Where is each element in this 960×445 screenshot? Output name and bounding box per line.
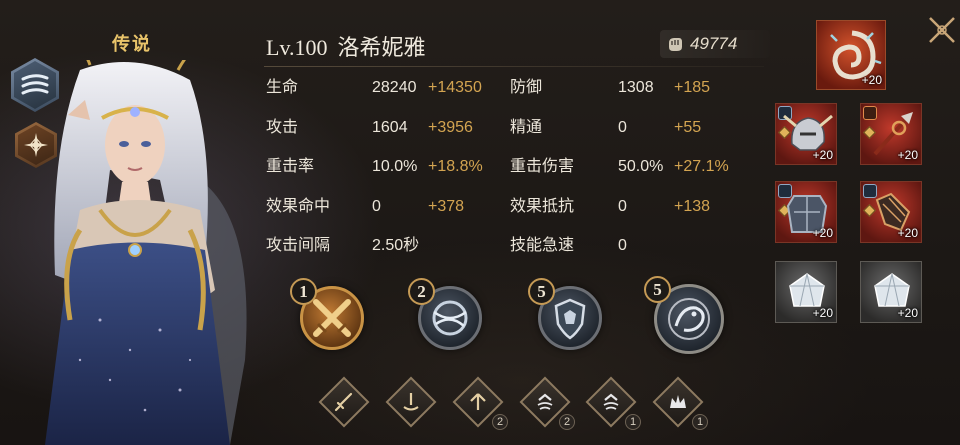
rune-slot-6[interactable]: 1 [652,376,708,430]
rune-slot-2[interactable] [385,376,437,428]
stat-name: 攻击间隔 [266,237,331,254]
stat-bonus: +55 [674,119,702,136]
hero-title: Lv.100 洛希妮雅 [266,30,426,62]
combat-power-value: 49774 [690,34,738,53]
stat-base: 10.0% [372,158,418,175]
stat-base: 0 [618,237,627,254]
wind-orb-icon [432,300,468,336]
stat-name: 攻击 [266,119,299,136]
stat-bonus: +378 [428,198,465,215]
stat-base: 0 [618,198,627,215]
stat-name: 重击伤害 [510,158,575,175]
stat-base: 28240 [372,79,417,96]
enhance-level: +20 [812,226,833,240]
stat-bonus: +138 [674,198,711,215]
stat-base: 50.0% [618,158,664,175]
rune-slot-4[interactable]: 2 [519,376,575,430]
rune-slot-3[interactable]: 2 [452,376,508,430]
stat-bonus: +3956 [428,119,473,136]
stat-bonus: +14350 [428,79,482,96]
stat-base: 0 [372,198,381,215]
stat-base: 1308 [618,79,654,96]
stat-bonus: +18.8% [428,158,483,175]
equip-slot-weapon[interactable]: +20 [860,103,922,165]
dragon-ultimate-icon [668,298,710,340]
hero-level: Lv.100 [266,35,328,60]
stat-name: 效果抵抗 [510,198,575,215]
stat-name: 技能急速 [510,237,575,254]
stat-name: 重击率 [266,158,315,175]
rune-count: 1 [625,414,641,430]
equip-slot-accessory-1[interactable]: +20 [775,261,837,323]
close-icon[interactable] [924,12,960,48]
crossed-swords-icon [313,299,351,337]
rune-count: 2 [492,414,508,430]
skill-1-button[interactable]: 1 [290,278,364,350]
beast-shield-icon [554,298,586,340]
enhance-level: +20 [861,73,882,87]
skill-3-button[interactable]: 5 [528,278,602,350]
stat-base: 2.50秒 [372,237,420,254]
rune-count: 2 [559,414,575,430]
pillar-rune-icon [403,393,419,411]
crown-rune-icon [670,395,686,408]
skill-level-badge: 1 [290,278,317,305]
enhance-level: +20 [897,226,918,240]
stat-base: 1604 [372,119,408,136]
skill-4-button[interactable]: 5 [644,276,724,354]
stat-name: 生命 [266,79,299,96]
enhance-level: +20 [812,306,833,320]
speed-rune-icon [603,393,619,410]
hero-portrait [45,60,247,445]
enhance-level: +20 [812,148,833,162]
stat-name: 防御 [510,79,543,96]
skill-level-badge: 2 [408,278,435,305]
combat-power: 49774 [660,30,770,58]
skill-level-badge: 5 [644,276,671,303]
stat-base: 0 [618,119,627,136]
equip-slot-helmet[interactable]: +20 [775,103,837,165]
sword-rune-icon [334,392,353,412]
rarity-label: 传说 [112,34,152,54]
enhance-level: +20 [897,148,918,162]
skill-2-button[interactable]: 2 [408,278,482,350]
header-divider [264,66,764,67]
artifact-slot[interactable]: +20 [816,20,886,90]
stat-bonus: +27.1% [674,158,729,175]
stat-name: 效果命中 [266,198,331,215]
stat-bonus: +185 [674,79,711,96]
fist-power-icon [669,38,682,51]
rune-slot-5[interactable]: 1 [585,376,641,430]
rune-slot-1[interactable] [318,376,370,428]
skill-level-badge: 5 [528,278,555,305]
hero-name: 洛希妮雅 [337,35,426,60]
equip-slot-gloves[interactable]: +20 [860,181,922,243]
speed-rune-icon [537,393,553,410]
rune-count: 1 [692,414,708,430]
enhance-level: +20 [897,306,918,320]
equip-slot-armor[interactable]: +20 [775,181,837,243]
equip-slot-accessory-2[interactable]: +20 [860,261,922,323]
arrow-up-rune-icon [470,393,486,410]
stat-name: 精通 [510,119,543,136]
